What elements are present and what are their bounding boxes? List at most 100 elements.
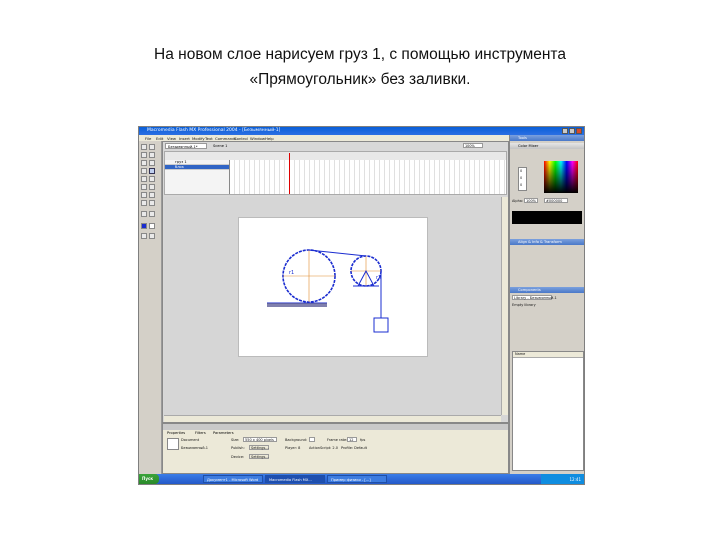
work-area: r1 r2: [164, 197, 508, 422]
arrow-tool-icon[interactable]: [141, 144, 147, 150]
green-value[interactable]: 0: [520, 176, 522, 180]
eraser-tool-icon[interactable]: [149, 200, 155, 206]
text-tool-icon[interactable]: [149, 160, 155, 166]
menu-file[interactable]: File: [145, 136, 151, 141]
taskbar-item-label: Macromedia Flash MX...: [269, 477, 312, 482]
line-tool-icon[interactable]: [141, 152, 147, 158]
rectangle-tool-icon[interactable]: [149, 168, 155, 174]
taskbar-item-active[interactable]: Macromedia Flash MX...: [265, 475, 325, 483]
snap-option-icon[interactable]: [141, 233, 147, 239]
components-panel-header[interactable]: Components: [510, 287, 584, 293]
tab-parameters[interactable]: Parameters: [213, 431, 234, 435]
hex-input[interactable]: #000000: [544, 198, 568, 203]
timeline-frames[interactable]: [230, 160, 506, 194]
ground-hatch: [267, 303, 327, 307]
menu-help[interactable]: Help: [265, 136, 274, 141]
stage-vertical-scrollbar[interactable]: [501, 197, 508, 415]
document-label: Document: [181, 438, 200, 442]
document-tab-label: Безымянный-1*: [168, 144, 198, 149]
library-list[interactable]: Name: [512, 351, 584, 471]
layers-list: груз 1 блок: [165, 160, 230, 194]
layer-row-selected[interactable]: блок: [165, 165, 229, 170]
menu-view[interactable]: View: [167, 136, 176, 141]
framerate-value: 12: [349, 438, 354, 442]
menu-insert[interactable]: Insert: [179, 136, 190, 141]
size-label: Size:: [231, 438, 240, 442]
minimize-icon[interactable]: [562, 128, 568, 134]
stroke-color-swatch[interactable]: [141, 223, 147, 229]
alpha-input[interactable]: 100%: [524, 198, 538, 203]
properties-panel: Properties Filters Parameters Document Б…: [162, 423, 509, 474]
fill-transform-tool-icon[interactable]: [149, 184, 155, 190]
zoom-select[interactable]: 100%: [463, 143, 483, 148]
components-panel-title: Components: [518, 287, 541, 292]
large-wheel-label: r1: [289, 270, 294, 276]
subselect-tool-icon[interactable]: [149, 144, 155, 150]
slide-caption: На новом слое нарисуем груз 1, с помощью…: [0, 42, 720, 92]
system-tray: 12:41: [541, 474, 584, 484]
window-titlebar: Macromedia Flash MX Professional 2004 - …: [139, 127, 584, 135]
menu-modify[interactable]: Modify: [192, 136, 205, 141]
zoom-tool-icon[interactable]: [149, 211, 155, 217]
document-name: Безымянный-1: [181, 446, 209, 450]
alpha-label: Alpha:: [512, 199, 524, 203]
color-spectrum[interactable]: [544, 161, 578, 193]
fill-color-swatch[interactable]: [149, 223, 155, 229]
playhead[interactable]: [289, 153, 294, 194]
blue-value[interactable]: 0: [520, 183, 522, 187]
stage-horizontal-scrollbar[interactable]: [164, 415, 501, 422]
zoom-value: 100%: [465, 144, 475, 148]
tab-properties[interactable]: Properties: [167, 431, 185, 435]
tab-filters[interactable]: Filters: [195, 431, 206, 435]
rgb-fields: 0 0 0: [518, 167, 527, 191]
background-color-swatch[interactable]: [309, 437, 315, 442]
player-version: Player: 8: [285, 446, 301, 450]
library-select-value: Library - Безымянный-1: [514, 296, 557, 300]
rope-top: [308, 249, 367, 257]
lasso-tool-icon[interactable]: [149, 152, 155, 158]
menu-text[interactable]: Text: [205, 136, 213, 141]
ink-bottle-tool-icon[interactable]: [141, 192, 147, 198]
stage[interactable]: r1 r2: [238, 217, 428, 357]
red-value[interactable]: 0: [520, 169, 522, 173]
start-button-label: Пуск: [142, 476, 154, 481]
round-rect-option-icon[interactable]: [149, 233, 155, 239]
menu-window[interactable]: Window: [250, 136, 265, 141]
taskbar-item[interactable]: Пример физики - [...]: [327, 475, 387, 483]
tools-panel-header[interactable]: Tools: [510, 135, 584, 141]
small-wheel-label: r2: [376, 275, 381, 281]
pen-tool-icon[interactable]: [141, 160, 147, 166]
publish-label: Publish:: [231, 446, 245, 450]
document-tab[interactable]: Безымянный-1*: [165, 143, 207, 149]
color-preview: [512, 211, 582, 224]
device-label: Device:: [231, 455, 245, 459]
taskbar-item[interactable]: Документ1 - Microsoft Word: [203, 475, 263, 483]
maximize-icon[interactable]: [569, 128, 575, 134]
pencil-tool-icon[interactable]: [141, 176, 147, 182]
paint-bucket-tool-icon[interactable]: [149, 192, 155, 198]
document-window: Безымянный-1* Scene 1 100% груз 1 блок r…: [162, 141, 509, 423]
close-icon[interactable]: [576, 128, 582, 134]
properties-header: [163, 424, 508, 430]
load-box: [373, 317, 389, 333]
align-panel-header[interactable]: Align & Info & Transform: [510, 239, 584, 245]
framerate-input[interactable]: 12: [347, 437, 357, 442]
menu-edit[interactable]: Edit: [156, 136, 163, 141]
oval-tool-icon[interactable]: [141, 168, 147, 174]
menu-control[interactable]: Control: [234, 136, 248, 141]
hand-tool-icon[interactable]: [141, 211, 147, 217]
publish-settings-button[interactable]: Settings...: [249, 445, 269, 450]
color-mixer-header[interactable]: Color Mixer: [510, 143, 584, 149]
caption-line-1: На новом слое нарисуем груз 1, с помощью…: [154, 46, 566, 63]
library-select[interactable]: Library - Безымянный-1: [512, 295, 557, 300]
eyedropper-tool-icon[interactable]: [141, 200, 147, 206]
size-button[interactable]: 550 x 400 pixels: [243, 437, 277, 442]
layer-name: блок: [175, 165, 184, 169]
brush-tool-icon[interactable]: [149, 176, 155, 182]
tools-panel-title: Tools: [518, 135, 527, 140]
clock[interactable]: 12:41: [569, 477, 581, 482]
start-button[interactable]: Пуск: [139, 474, 159, 484]
free-transform-tool-icon[interactable]: [141, 184, 147, 190]
taskbar-item-label: Пример физики - [...]: [331, 477, 371, 482]
device-settings-button[interactable]: Settings...: [249, 454, 269, 459]
